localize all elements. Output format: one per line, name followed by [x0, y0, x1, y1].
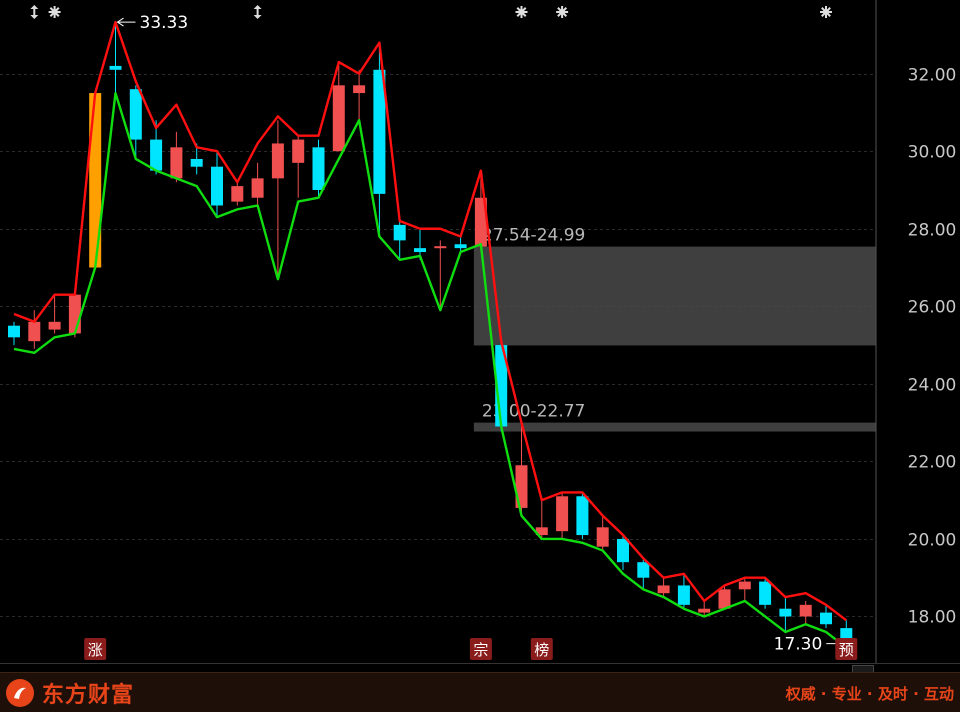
- badge-label: 预: [839, 641, 854, 659]
- event-badge[interactable]: 涨: [84, 638, 107, 660]
- candle-body: [576, 496, 589, 536]
- candle[interactable]: [170, 131, 183, 183]
- split-arrow-icon[interactable]: [253, 5, 262, 19]
- badge-label: 榜: [534, 641, 549, 659]
- price-zone: [473, 422, 876, 432]
- y-tick-label: 28.00: [908, 221, 957, 241]
- candle[interactable]: [231, 182, 244, 206]
- candle-body: [759, 581, 772, 605]
- candle-body: [637, 562, 650, 578]
- candle-body: [556, 496, 569, 532]
- candle-body: [292, 139, 305, 163]
- event-badge[interactable]: 预: [835, 638, 858, 660]
- candle-body: [8, 325, 20, 338]
- gear-icon[interactable]: [820, 6, 832, 18]
- candle[interactable]: [738, 577, 751, 601]
- event-badge[interactable]: 榜: [530, 638, 553, 660]
- y-tick-label: 18.00: [908, 608, 957, 628]
- candle[interactable]: [556, 492, 569, 539]
- gear-hub: [823, 9, 829, 15]
- grid-lines: [0, 74, 876, 617]
- event-badges[interactable]: 涨宗榜预: [84, 638, 858, 660]
- gear-hub: [51, 9, 58, 15]
- candle-body: [698, 608, 711, 613]
- annotation-label: 33.33: [140, 13, 189, 33]
- candle[interactable]: [657, 577, 670, 598]
- candle[interactable]: [779, 597, 792, 632]
- badge-label: 宗: [473, 641, 488, 659]
- gear-icon[interactable]: [515, 6, 528, 18]
- candle-body: [28, 321, 41, 342]
- candle-body: [312, 147, 325, 190]
- brand-logo-icon: [6, 679, 34, 707]
- gear-hub: [518, 9, 525, 15]
- brand-slogan: 权威 · 专业 · 及时 · 互动: [785, 685, 954, 703]
- badge-label: 涨: [88, 641, 103, 659]
- candle-body: [231, 186, 244, 202]
- candle[interactable]: [799, 600, 812, 625]
- candle-body: [779, 608, 792, 617]
- gear-hub: [559, 9, 566, 15]
- candle-body: [820, 612, 832, 625]
- candle[interactable]: [251, 162, 264, 206]
- candle-body: [170, 147, 183, 179]
- candle-body: [677, 585, 690, 605]
- candle-body: [718, 589, 731, 609]
- candle[interactable]: [292, 135, 305, 198]
- y-tick-label: 26.00: [908, 298, 957, 318]
- candle-body: [109, 65, 122, 70]
- candle-body: [251, 178, 264, 198]
- candle-body: [799, 604, 812, 617]
- y-tick-label: 22.00: [908, 453, 957, 473]
- arrow-down-head: [30, 15, 39, 19]
- candle-body: [190, 158, 203, 167]
- zone-label: 27.54-24.99: [482, 226, 585, 246]
- gear-icon[interactable]: [556, 6, 569, 18]
- price-zone: [473, 246, 876, 346]
- candle-body: [271, 143, 284, 179]
- kline-chart[interactable]: 27.54-24.9923.00-22.77 18.00 20.00 22.00 24…: [0, 0, 960, 712]
- brand-logo: 东方财富: [6, 678, 134, 708]
- brand-name: 东方财富: [42, 683, 135, 708]
- price-zones: 27.54-24.9923.00-22.77: [473, 226, 876, 432]
- event-badge[interactable]: 宗: [469, 638, 492, 660]
- y-tick-label: 30.00: [908, 143, 957, 163]
- candle-body: [617, 538, 629, 563]
- candle[interactable]: [271, 120, 284, 280]
- arrow-up-head: [30, 5, 39, 9]
- candle-body: [596, 527, 609, 547]
- candle[interactable]: [576, 492, 589, 539]
- candle-body: [454, 244, 467, 249]
- candle-body: [150, 139, 163, 171]
- y-tick-label: 32.00: [908, 66, 957, 86]
- split-arrow-icon[interactable]: [30, 5, 39, 19]
- arrow-up-head: [253, 5, 262, 9]
- y-tick-label: 20.00: [908, 531, 957, 551]
- price-annotation: 33.33: [116, 13, 189, 33]
- candle-body: [48, 321, 61, 330]
- candle-body: [414, 248, 426, 253]
- candle-body: [393, 224, 406, 241]
- candle-body: [129, 89, 142, 140]
- candle-body: [353, 85, 366, 94]
- lower-band-line: [13, 91, 848, 649]
- y-tick-label: 24.00: [908, 376, 957, 396]
- candle-body: [840, 628, 853, 640]
- candle-body: [68, 294, 81, 334]
- candle-body: [332, 85, 345, 152]
- arrow-down-head: [253, 15, 262, 19]
- candle-body: [211, 166, 223, 206]
- candle-body: [434, 246, 447, 249]
- candle-body: [657, 585, 670, 594]
- candle-body: [738, 581, 751, 590]
- candle[interactable]: [211, 151, 223, 218]
- candle[interactable]: [8, 321, 20, 346]
- footer-bar: 东方财富 权威 · 专业 · 及时 · 互动: [0, 672, 960, 712]
- annotation-label: 17.30: [774, 635, 823, 655]
- gear-icon[interactable]: [48, 6, 61, 18]
- candle[interactable]: [353, 69, 366, 121]
